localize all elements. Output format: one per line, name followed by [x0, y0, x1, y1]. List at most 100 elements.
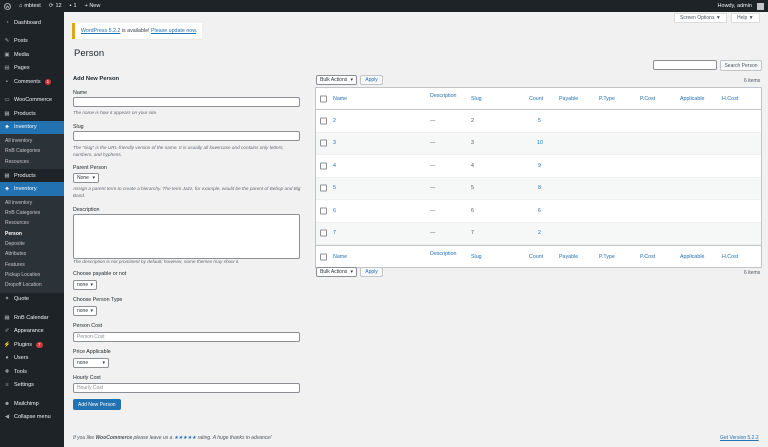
- menu-pages[interactable]: ▤ Pages: [0, 62, 64, 76]
- row-checkbox[interactable]: [320, 207, 327, 215]
- row-name-link[interactable]: 4: [333, 163, 336, 169]
- menu-products-2[interactable]: ▦ Products: [0, 169, 64, 183]
- bulk-actions-select-top[interactable]: Bulk Actions ▾: [316, 75, 357, 85]
- row-name-link[interactable]: 6: [333, 208, 336, 214]
- parent-select[interactable]: None ▾: [73, 173, 99, 183]
- menu-rnb-calendar[interactable]: ▦ RnB Calendar: [0, 311, 64, 325]
- menu-tools[interactable]: ✚ Tools: [0, 365, 64, 379]
- hourly-cost-input[interactable]: Hourly Cost: [73, 383, 300, 393]
- wp-logo-menu[interactable]: W: [0, 0, 15, 12]
- menu-woocommerce[interactable]: ▭ WooCommerce: [0, 94, 64, 108]
- column-ptype-footer[interactable]: P.Type: [599, 254, 615, 260]
- row-name-link[interactable]: 2: [333, 118, 336, 124]
- row-checkbox[interactable]: [320, 117, 327, 125]
- screen-options-button[interactable]: Screen Options ▼: [674, 13, 727, 23]
- column-name[interactable]: Name: [333, 96, 347, 102]
- column-ptype[interactable]: P.Type: [599, 96, 615, 102]
- submenu-all-inventory[interactable]: All inventory: [0, 136, 64, 146]
- submenu-deposite[interactable]: Deposite: [0, 239, 64, 249]
- submenu-attributes[interactable]: Attributes: [0, 249, 64, 259]
- menu-appearance[interactable]: ✐ Appearance: [0, 325, 64, 339]
- submenu-pickup-location[interactable]: Pickup Location: [0, 270, 64, 280]
- submenu-features[interactable]: Features: [0, 260, 64, 270]
- column-applicable[interactable]: Applicable: [680, 96, 704, 102]
- get-version-link[interactable]: Get Version 5.2.2: [720, 435, 759, 441]
- menu-quote[interactable]: ✦ Quote: [0, 293, 64, 307]
- menu-settings[interactable]: ≡ Settings: [0, 379, 64, 393]
- submenu-resources[interactable]: Resources: [0, 157, 64, 167]
- site-name-link[interactable]: ⌂ mbtest: [15, 0, 45, 12]
- row-count-link[interactable]: 5: [538, 118, 541, 124]
- payable-select[interactable]: none ▾: [73, 280, 97, 290]
- column-pcost[interactable]: P.Cost: [640, 96, 655, 102]
- updates-link[interactable]: ⟳ 12: [45, 0, 66, 12]
- column-hcost[interactable]: H.Cost: [722, 96, 738, 102]
- row-checkbox[interactable]: [320, 184, 327, 192]
- column-slug-footer[interactable]: Slug: [471, 254, 482, 260]
- column-payable[interactable]: Payable: [559, 96, 578, 102]
- column-count[interactable]: Count: [529, 96, 543, 102]
- chevron-down-icon: ▾: [90, 282, 93, 288]
- column-count-footer[interactable]: Count: [529, 254, 543, 260]
- add-new-person-button[interactable]: Add New Person: [73, 399, 121, 410]
- submenu-rnb-categories-2[interactable]: RnB Categories: [0, 208, 64, 218]
- row-count-link[interactable]: 9: [538, 163, 541, 169]
- help-button[interactable]: Help ▼: [731, 13, 760, 23]
- person-cost-input[interactable]: Person Cost: [73, 332, 300, 342]
- column-name-footer[interactable]: Name: [333, 254, 347, 260]
- row-checkbox[interactable]: [320, 162, 327, 170]
- submenu-resources-2[interactable]: Resources: [0, 218, 64, 228]
- column-description[interactable]: Description: [430, 93, 457, 99]
- column-applicable-footer[interactable]: Applicable: [680, 254, 704, 260]
- column-payable-footer[interactable]: Payable: [559, 254, 578, 260]
- row-checkbox[interactable]: [320, 229, 327, 237]
- new-content-link[interactable]: + New: [81, 0, 105, 12]
- row-checkbox[interactable]: [320, 139, 327, 147]
- price-applicable-select[interactable]: none ▾: [73, 358, 109, 368]
- slug-input[interactable]: [73, 131, 300, 141]
- menu-plugins[interactable]: ⚡ Plugins 7: [0, 338, 64, 352]
- collapse-menu-button[interactable]: ◀ Collapse menu: [0, 411, 64, 425]
- comments-link[interactable]: ▪ 1: [66, 0, 81, 12]
- search-person-button[interactable]: Search Person: [720, 60, 762, 71]
- menu-media[interactable]: ▣ Media: [0, 48, 64, 62]
- row-name-link[interactable]: 3: [333, 140, 336, 146]
- menu-inventory[interactable]: ♣ Inventory: [0, 120, 64, 134]
- submenu-all-inventory-2[interactable]: All inventory: [0, 198, 64, 208]
- column-description-footer[interactable]: Description: [430, 251, 457, 257]
- row-count-link[interactable]: 6: [538, 208, 541, 214]
- submenu-rnb-categories[interactable]: RnB Categories: [0, 146, 64, 156]
- name-input[interactable]: [73, 97, 300, 107]
- update-now-link[interactable]: Please update now: [151, 28, 196, 34]
- row-name-link[interactable]: 7: [333, 230, 336, 236]
- person-type-select[interactable]: none ▾: [73, 306, 97, 316]
- wordpress-version-link[interactable]: WordPress 5.2.2: [81, 28, 120, 34]
- menu-posts[interactable]: ✎ Posts: [0, 35, 64, 49]
- menu-users[interactable]: ● Users: [0, 352, 64, 366]
- row-count-link[interactable]: 10: [537, 140, 543, 146]
- rating-stars-link[interactable]: ★★★★★: [174, 435, 196, 441]
- apply-button-bottom[interactable]: Apply: [360, 267, 383, 277]
- submenu-person[interactable]: Person: [0, 229, 64, 239]
- submenu-dropoff-location[interactable]: Dropoff Location: [0, 280, 64, 290]
- column-hcost-footer[interactable]: H.Cost: [722, 254, 738, 260]
- description-textarea[interactable]: [73, 214, 300, 259]
- menu-mailchimp[interactable]: ☻ Mailchimp: [0, 397, 64, 411]
- select-all-checkbox[interactable]: [320, 95, 327, 102]
- row-name-link[interactable]: 5: [333, 185, 336, 191]
- menu-inventory-2[interactable]: ♣ Inventory: [0, 182, 64, 196]
- select-all-checkbox-bottom[interactable]: [320, 253, 327, 260]
- row-count-link[interactable]: 2: [538, 230, 541, 236]
- menu-comments[interactable]: ▪ Comments 1: [0, 75, 64, 89]
- admin-sidebar: ◔ Dashboard ✎ Posts ▣ Media ▤ Pages ▪ Comment…: [0, 12, 64, 447]
- menu-products[interactable]: ▦ Products: [0, 107, 64, 121]
- column-slug[interactable]: Slug: [471, 96, 482, 102]
- account-menu[interactable]: Howdy, admin: [714, 0, 768, 12]
- search-input[interactable]: [653, 60, 717, 70]
- column-pcost-footer[interactable]: P.Cost: [640, 254, 655, 260]
- menu-dashboard[interactable]: ◔ Dashboard: [0, 16, 64, 30]
- bulk-actions-select-bottom[interactable]: Bulk Actions ▾: [316, 267, 357, 277]
- apply-button-top[interactable]: Apply: [360, 75, 383, 85]
- row-slug: 2: [471, 117, 474, 124]
- row-count-link[interactable]: 8: [538, 185, 541, 191]
